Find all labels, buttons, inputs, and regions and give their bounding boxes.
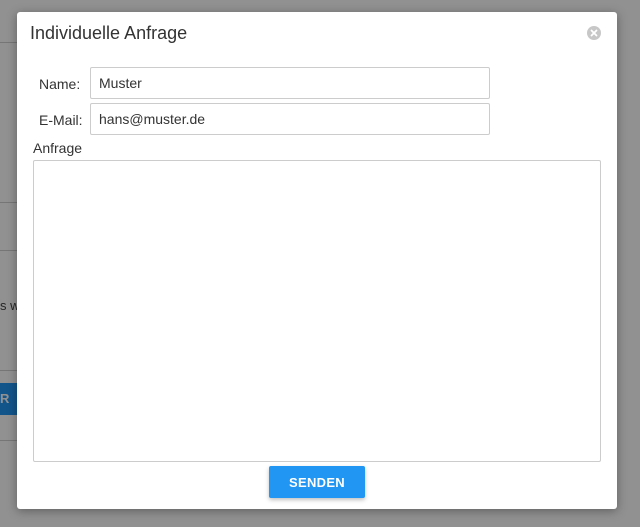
email-field[interactable] bbox=[90, 103, 490, 135]
name-field[interactable] bbox=[90, 67, 490, 99]
message-textarea[interactable] bbox=[33, 160, 601, 462]
inquiry-dialog: Individuelle Anfrage Name: E-Mail: Anfra… bbox=[17, 12, 617, 509]
dialog-title: Individuelle Anfrage bbox=[30, 23, 188, 43]
email-label: E-Mail: bbox=[39, 112, 83, 128]
name-label: Name: bbox=[39, 76, 81, 92]
submit-button[interactable]: SENDEN bbox=[269, 466, 365, 498]
close-circle-icon bbox=[590, 29, 598, 37]
message-label: Anfrage bbox=[33, 140, 83, 156]
close-button[interactable] bbox=[587, 26, 601, 40]
